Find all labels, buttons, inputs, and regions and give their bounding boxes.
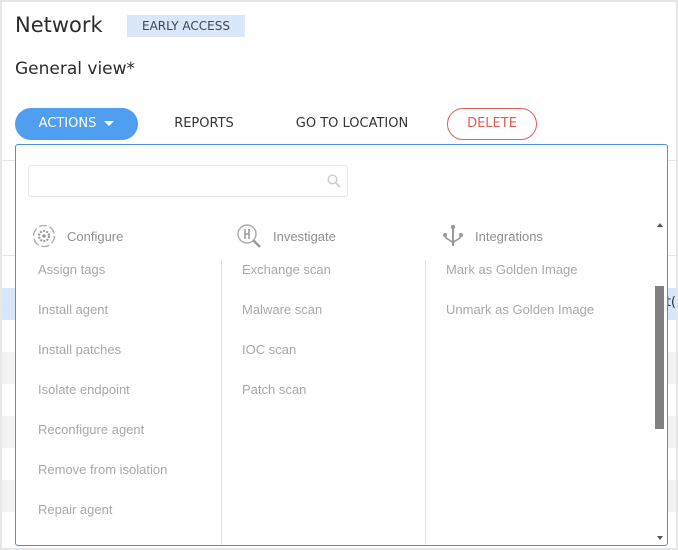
column-divider (425, 260, 426, 545)
column-divider (221, 260, 222, 545)
menu-item[interactable]: Exchange scan (242, 262, 331, 277)
actions-dropdown: Configure Investigate Integrations Assig… (15, 144, 668, 546)
column-header: Configure (67, 228, 124, 244)
menu-item[interactable]: Install agent (38, 302, 108, 317)
caret-down-icon (104, 121, 115, 126)
delete-button[interactable]: DELETE (447, 108, 537, 140)
column-investigate: Investigate (236, 224, 336, 248)
reports-button[interactable]: REPORTS (162, 108, 246, 140)
actions-button[interactable]: ACTIONS (15, 108, 138, 140)
menu-item[interactable]: Isolate endpoint (38, 382, 130, 397)
menu-item[interactable]: Malware scan (242, 302, 322, 317)
column-integrations: Integrations (442, 224, 543, 247)
column-header: Investigate (273, 228, 336, 244)
menu-item[interactable]: Mark as Golden Image (446, 262, 578, 277)
go-to-location-button[interactable]: GO TO LOCATION (282, 108, 422, 140)
menu-item[interactable]: Patch scan (242, 382, 306, 397)
integrations-fork-icon (443, 224, 463, 246)
menu-item[interactable]: Assign tags (38, 262, 105, 277)
column-configure: Configure (32, 224, 124, 248)
search-icon (327, 174, 341, 188)
menu-item[interactable]: IOC scan (242, 342, 296, 357)
scroll-down-arrow[interactable] (657, 536, 663, 540)
actions-label: ACTIONS (38, 116, 97, 131)
scroll-up-arrow[interactable] (657, 223, 663, 227)
search-input[interactable] (28, 165, 348, 197)
menu-item[interactable]: Repair agent (38, 502, 112, 517)
early-access-badge: EARLY ACCESS (127, 15, 245, 37)
gear-icon (32, 224, 56, 248)
investigate-magnifier-icon (237, 224, 261, 248)
menu-item[interactable]: Reconfigure agent (38, 422, 144, 437)
page-title: Network (15, 13, 103, 37)
menu-item[interactable]: Remove from isolation (38, 462, 167, 477)
column-header: Integrations (475, 228, 543, 244)
page: t( Network EARLY ACCESS General view* AC… (2, 2, 676, 548)
view-title[interactable]: General view* (15, 59, 135, 79)
menu-item[interactable]: Install patches (38, 342, 121, 357)
menu-item[interactable]: Unmark as Golden Image (446, 302, 594, 317)
scrollbar-thumb[interactable] (655, 286, 664, 429)
